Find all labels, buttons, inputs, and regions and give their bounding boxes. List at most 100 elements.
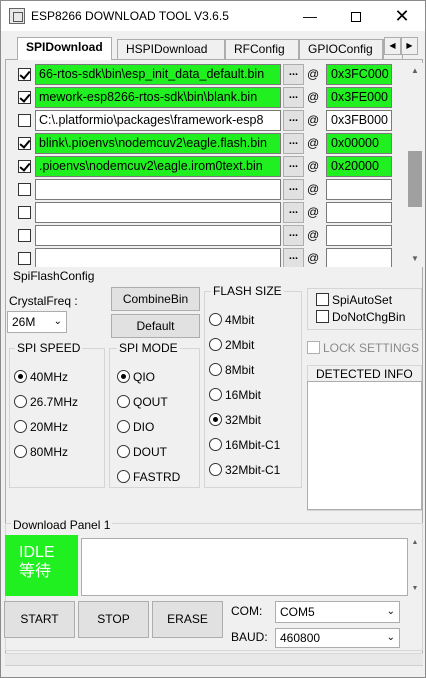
com-port-select[interactable]: COM5 ⌄ [275, 601, 400, 623]
file-address-input[interactable]: 0x20000 [326, 156, 392, 177]
close-button[interactable]: ✕ [379, 1, 425, 31]
file-path-input[interactable]: .pioenvs\nodemcuv2\eagle.irom0text.bin [35, 156, 281, 177]
file-path-input[interactable]: 66-rtos-sdk\bin\esp_init_data_default.bi… [35, 64, 281, 85]
browse-button[interactable]: ... [283, 156, 304, 177]
status-text: IDLE [19, 544, 55, 561]
flash-size-radio-1[interactable]: 2Mbit [209, 338, 254, 352]
file-address-input[interactable] [326, 248, 392, 267]
at-label: @ [307, 251, 320, 265]
radio-icon [14, 395, 27, 408]
flash-size-radio-3[interactable]: 16Mbit [209, 388, 261, 402]
flash-size-radio-4[interactable]: 32Mbit [209, 413, 261, 427]
scroll-down-icon[interactable]: ▼ [408, 585, 422, 592]
file-path-input[interactable] [35, 225, 281, 246]
stop-button[interactable]: STOP [78, 601, 149, 638]
file-enable-checkbox[interactable] [18, 137, 31, 150]
file-address-input[interactable]: 0x3FE000 [326, 87, 392, 108]
file-enable-checkbox[interactable] [18, 68, 31, 81]
erase-button[interactable]: ERASE [152, 601, 223, 638]
download-panel-title: Download Panel 1 [11, 518, 113, 532]
file-address-input[interactable]: 0x3FC000 [326, 64, 392, 85]
combine-bin-button[interactable]: CombineBin [111, 287, 200, 311]
tab-scroll-right-button[interactable]: ▶ [401, 37, 418, 55]
file-address-input[interactable] [326, 225, 392, 246]
browse-button[interactable]: ... [283, 87, 304, 108]
browse-button[interactable]: ... [283, 110, 304, 131]
browse-button[interactable]: ... [283, 179, 304, 200]
at-label: @ [307, 136, 320, 150]
tab-spidownload[interactable]: SPIDownload [17, 37, 112, 60]
browse-button[interactable]: ... [283, 202, 304, 223]
radio-icon [117, 420, 130, 433]
file-path-input[interactable] [35, 179, 281, 200]
radio-icon [117, 370, 130, 383]
file-enable-checkbox[interactable] [18, 252, 31, 265]
file-path-input[interactable] [35, 248, 281, 267]
file-list-scrollbar[interactable]: ▲ ▼ [407, 63, 423, 267]
spi-speed-option-label: 20MHz [30, 420, 69, 434]
tab-hspidownload[interactable]: HSPIDownload [117, 39, 225, 59]
maximize-button[interactable] [333, 1, 379, 31]
browse-button[interactable]: ... [283, 64, 304, 85]
file-row: ... @ [11, 224, 407, 247]
flash-size-radio-6[interactable]: 32Mbit-C1 [209, 463, 280, 477]
start-button[interactable]: START [4, 601, 75, 638]
tab-scroll-left-button[interactable]: ◀ [384, 37, 401, 55]
file-address-input[interactable]: 0x00000 [326, 133, 392, 154]
spi-speed-radio-3[interactable]: 80MHz [14, 445, 68, 459]
spi-mode-radio-2[interactable]: DIO [117, 420, 154, 434]
checkbox-icon [316, 293, 329, 306]
flash-size-radio-5[interactable]: 16Mbit-C1 [209, 438, 280, 452]
file-path-input[interactable]: blink\.pioenvs\nodemcuv2\eagle.flash.bin [35, 133, 281, 154]
spi-mode-radio-1[interactable]: QOUT [117, 395, 168, 409]
do-not-chg-bin-label: DoNotChgBin [332, 310, 406, 324]
flash-size-option-label: 16Mbit [225, 388, 262, 402]
minimize-button[interactable]: — [287, 1, 333, 31]
spi-speed-radio-0[interactable]: 40MHz [14, 370, 68, 384]
file-path-input[interactable] [35, 202, 281, 223]
scroll-up-icon[interactable]: ▲ [408, 539, 422, 546]
flash-size-radio-2[interactable]: 8Mbit [209, 363, 254, 377]
file-path-input[interactable]: mework-esp8266-rtos-sdk\bin\blank.bin [35, 87, 281, 108]
file-enable-checkbox[interactable] [18, 206, 31, 219]
file-enable-checkbox[interactable] [18, 229, 31, 242]
crystal-freq-value: 26M [12, 315, 36, 329]
file-path-input[interactable]: C:\.platformio\packages\framework-esp8 [35, 110, 281, 131]
browse-button[interactable]: ... [283, 248, 304, 267]
log-scrollbar[interactable]: ▲ ▼ [408, 538, 422, 596]
do-not-chg-bin-checkbox[interactable]: DoNotChgBin [316, 310, 405, 324]
flash-size-radio-0[interactable]: 4Mbit [209, 313, 254, 327]
radio-icon [14, 420, 27, 433]
radio-icon [209, 463, 222, 476]
scroll-thumb[interactable] [408, 151, 422, 207]
browse-button[interactable]: ... [283, 133, 304, 154]
file-enable-checkbox[interactable] [18, 114, 31, 127]
title-bar: ESP8266 DOWNLOAD TOOL V3.6.5 — ✕ [1, 1, 425, 31]
log-output[interactable] [81, 538, 408, 596]
crystal-freq-select[interactable]: 26M ⌄ [7, 311, 67, 333]
file-enable-checkbox[interactable] [18, 183, 31, 196]
default-button[interactable]: Default [111, 314, 200, 338]
file-address-input[interactable] [326, 202, 392, 223]
file-enable-checkbox[interactable] [18, 91, 31, 104]
file-enable-checkbox[interactable] [18, 160, 31, 173]
spi-auto-set-checkbox[interactable]: SpiAutoSet [316, 293, 392, 307]
baud-rate-select[interactable]: 460800 ⌄ [275, 628, 400, 648]
file-row: C:\.platformio\packages\framework-esp8..… [11, 109, 407, 132]
tab-rfconfig[interactable]: RFConfig [225, 39, 299, 59]
tab-gpioconfig[interactable]: GPIOConfig [299, 39, 383, 59]
detected-info-box[interactable] [307, 381, 422, 510]
spi-mode-radio-4[interactable]: FASTRD [117, 470, 180, 484]
scroll-up-icon[interactable]: ▲ [407, 63, 423, 79]
scroll-down-icon[interactable]: ▼ [407, 251, 423, 267]
spi-speed-radio-2[interactable]: 20MHz [14, 420, 68, 434]
spi-speed-option-label: 26.7MHz [30, 395, 79, 409]
browse-button[interactable]: ... [283, 225, 304, 246]
file-row: ... @ [11, 247, 407, 267]
file-address-input[interactable]: 0x3FB000 [326, 110, 392, 131]
spi-mode-radio-3[interactable]: DOUT [117, 445, 167, 459]
spi-mode-radio-0[interactable]: QIO [117, 370, 155, 384]
spi-speed-radio-1[interactable]: 26.7MHz [14, 395, 78, 409]
file-address-input[interactable] [326, 179, 392, 200]
lock-settings-checkbox[interactable]: LOCK SETTINGS [307, 341, 419, 355]
